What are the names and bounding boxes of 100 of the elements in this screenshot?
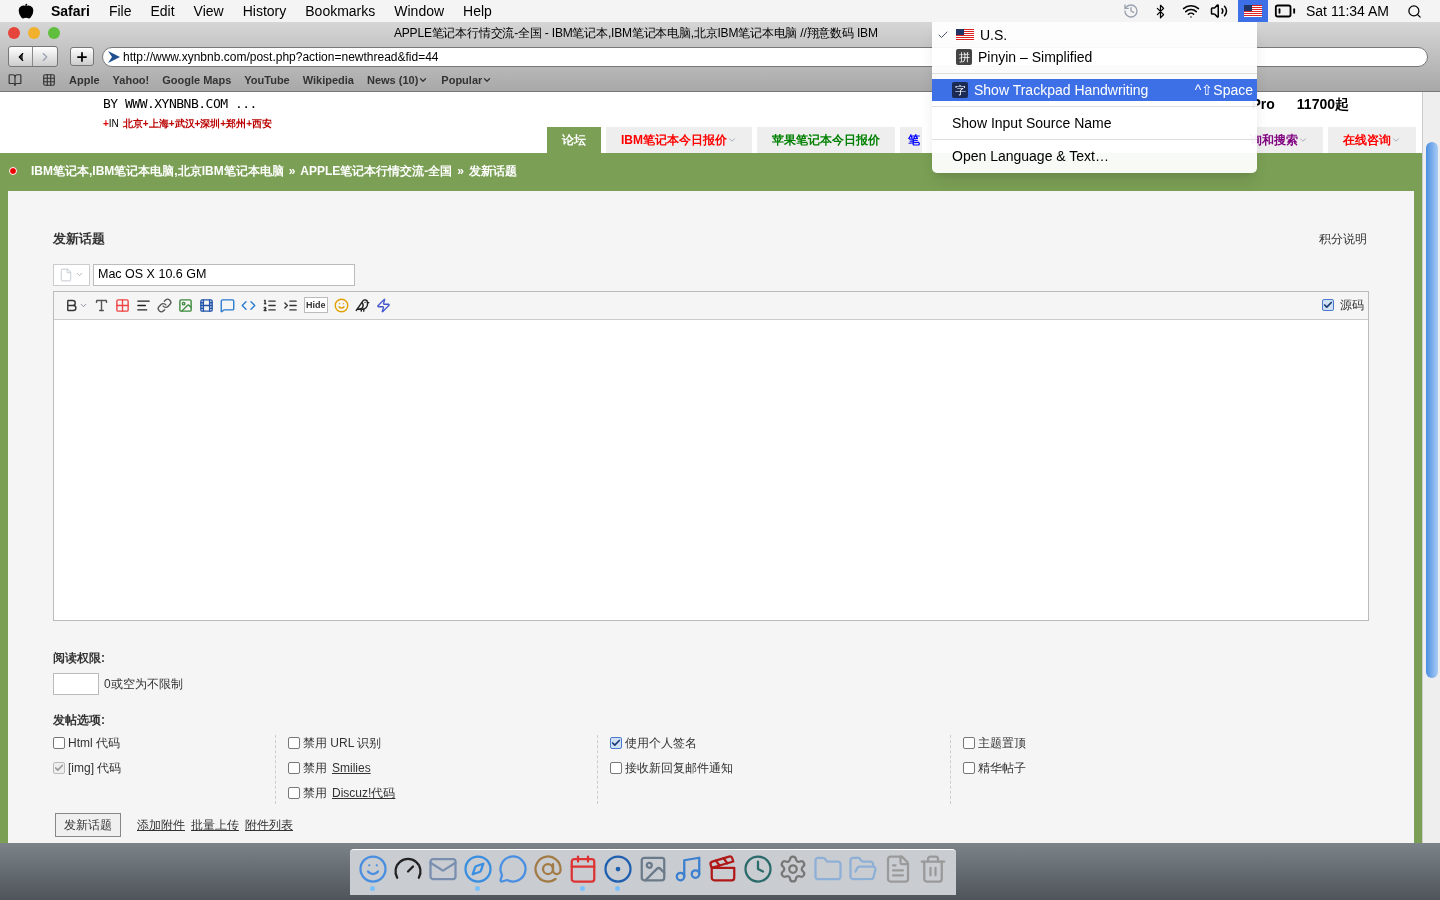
attachment-link[interactable]: 批量上传 [191,815,239,834]
attachment-link[interactable]: 附件列表 [245,815,293,834]
checkbox[interactable] [288,787,300,799]
menu-item-label: Pinyin – Simplified [978,47,1093,67]
menu-title[interactable]: Bookmarks [305,0,376,22]
option-label: [img] 代码 [68,760,122,777]
checkbox[interactable] [288,737,300,749]
menu-title[interactable]: Edit [150,0,175,22]
search-icon[interactable] [1407,3,1422,19]
shortcut-label: ^⇧Space [1194,80,1253,99]
region-prefix: IN [108,116,119,131]
color-tool-icon[interactable] [115,297,130,313]
menu-title[interactable]: File [108,0,132,22]
image-tool-icon[interactable] [178,297,193,313]
caret-icon [727,135,737,145]
caret-icon [418,75,429,85]
menu-item-label: U.S. [980,25,1008,45]
ring-icon[interactable] [602,854,633,884]
checkbox[interactable] [288,762,300,774]
window-title: APPLE笔记本行情交流-全国 - IBM笔记本,IBM笔记本电脑,北京IBM笔记本电脑 //翔意数码 IBM [394,25,878,42]
bullet-icon [9,167,17,175]
form-title: 发新话题 [53,230,105,248]
option-link[interactable]: Discuz!代码 [332,784,396,802]
plus-icon [75,49,89,64]
breadcrumb-separator: » [288,163,296,180]
option-label: Html 代码 [68,735,120,752]
read-permission-hint: 0或空为不限制 [104,675,183,693]
scrollbar-thumb[interactable] [1425,142,1438,678]
input-source-item[interactable]: 拼 Pinyin – Simplified [932,46,1257,68]
flag-icon [1244,5,1262,17]
nav-tab[interactable]: 笔 [900,127,922,153]
align-tool-icon[interactable] [136,297,151,313]
bookmark-link[interactable]: Popular [441,71,493,89]
caret-icon [75,270,84,279]
option-label: 禁用 [303,760,327,777]
media-tool-icon[interactable] [199,297,214,313]
input-source-item[interactable]: U.S. [932,24,1257,46]
submit-button[interactable]: 发新话题 [55,812,121,837]
clock-icon[interactable] [742,854,773,884]
checkbox[interactable] [53,737,65,749]
bold-tool-icon[interactable] [64,297,88,313]
apple-icon[interactable] [18,3,34,19]
clock-history-icon[interactable] [1123,3,1139,19]
checkmark-icon [1323,300,1333,310]
quote-tool-icon[interactable] [220,297,235,313]
checkbox[interactable] [963,762,975,774]
source-mode-label: 源码 [1340,297,1364,314]
film-icon[interactable] [707,854,738,884]
link-tool-icon[interactable] [157,297,172,313]
menu-title[interactable]: History [242,0,287,22]
nav-tab[interactable]: 苹果笔记本今日报价 [757,127,895,153]
menu-item[interactable]: 字 Show Trackpad Handwriting ^⇧Space [932,79,1257,101]
option-label: 使用个人签名 [625,735,697,752]
menu-title[interactable]: Window [394,0,445,22]
bookmark-link[interactable]: Wikipedia [302,71,354,89]
post-options-label: 发帖选项: [53,711,106,729]
read-permission-field[interactable] [53,672,99,695]
hide-tool-button[interactable]: Hide [304,297,328,313]
pinyin-icon: 拼 [956,49,972,65]
handwriting-icon: 字 [952,82,968,98]
option-link[interactable]: Smilies [332,759,371,777]
help-link[interactable]: 积分说明 [1319,229,1367,248]
breadcrumb-separator: » [457,163,465,180]
option-label: 主题置顶 [978,735,1026,752]
list-tool-icon[interactable] [262,297,277,313]
bookmark-link[interactable]: Apple [69,71,100,89]
flash-tool-icon[interactable] [375,297,391,313]
menu-clock[interactable]: Sat 11:34 AM [1306,0,1389,22]
read-permission-label: 阅读权限: [53,649,106,667]
checkbox[interactable] [1322,299,1334,311]
checkmark-icon [54,763,64,773]
bookmark-link[interactable]: Google Maps [162,71,232,89]
indent-tool-icon[interactable] [283,297,298,313]
size-tool-icon[interactable] [94,297,109,313]
menu-title[interactable]: View [193,0,224,22]
volume-icon[interactable] [1210,2,1228,20]
caret-icon [1298,135,1308,145]
add-bookmark-button[interactable] [70,47,94,66]
checkbox[interactable] [610,762,622,774]
bookmarks-book-icon[interactable] [8,73,22,87]
option-label: 接收新回复邮件通知 [625,760,733,777]
flag-icon [956,29,974,41]
checkmark-icon [611,738,621,748]
close-button[interactable] [8,27,20,39]
app-menu[interactable]: Safari [51,0,90,22]
grid-icon[interactable] [42,73,56,87]
attachment-link[interactable]: 添加附件 [137,815,185,834]
city-list: 北京+上海+武汉+深圳+郑州+西安 [122,115,273,131]
menu-title[interactable]: Help [463,0,492,22]
checkbox[interactable] [610,737,622,749]
checkbox[interactable] [963,737,975,749]
at-sign-icon[interactable] [532,854,563,884]
bookmark-link[interactable]: News (10) [366,71,429,89]
caret-icon [482,75,493,85]
bookmark-link[interactable]: YouTube [244,71,290,89]
bookmark-link[interactable]: Yahoo! [112,71,150,89]
subject-field[interactable]: Mac OS X 10.6 GM [93,263,355,286]
site-tagline: BY WWW.XYNBNB.COM ... [103,95,258,113]
input-menu-extra[interactable] [1238,0,1268,22]
wifi-icon[interactable] [1182,2,1200,20]
